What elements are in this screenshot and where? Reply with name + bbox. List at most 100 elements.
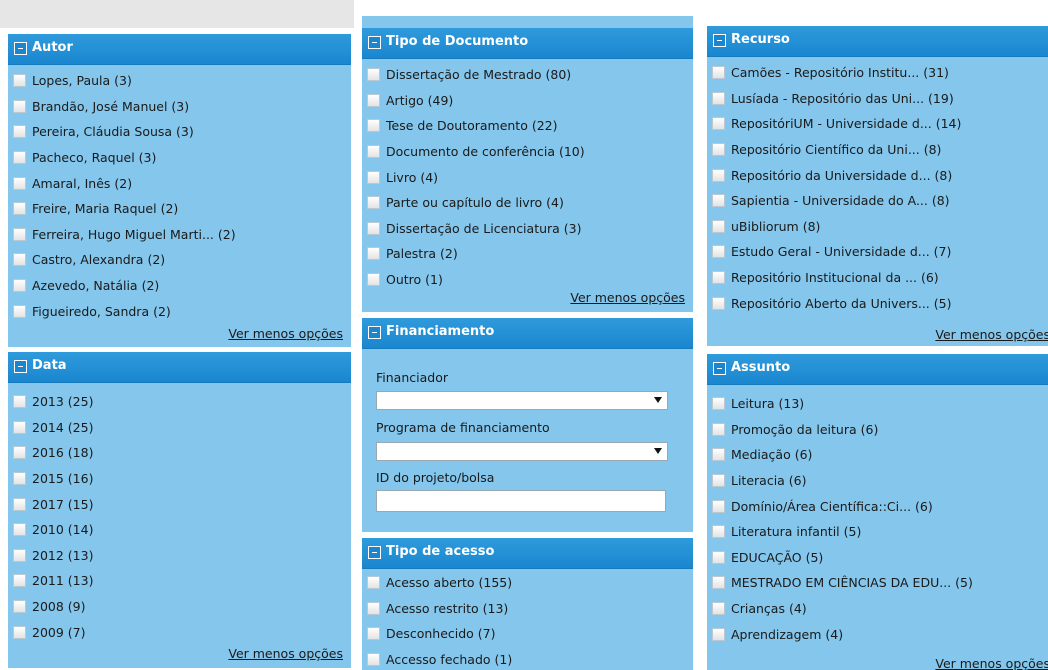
list-item[interactable]: Lopes, Paula (3) bbox=[8, 68, 351, 94]
checkbox-icon[interactable] bbox=[367, 196, 380, 210]
list-item[interactable]: 2013 (25) bbox=[8, 389, 351, 415]
show-less-link[interactable]: Ver menos opções bbox=[935, 656, 1048, 670]
checkbox-icon[interactable] bbox=[712, 143, 725, 157]
list-item[interactable]: Acesso restrito (13) bbox=[362, 596, 693, 622]
show-less-link[interactable]: Ver menos opções bbox=[570, 290, 685, 305]
checkbox-icon[interactable] bbox=[13, 574, 26, 588]
checkbox-icon[interactable] bbox=[712, 66, 725, 80]
list-item[interactable]: Azevedo, Natália (2) bbox=[8, 273, 351, 299]
list-item[interactable]: Figueiredo, Sandra (2) bbox=[8, 298, 351, 324]
facet-header[interactable]: Tipo de acesso bbox=[362, 538, 693, 569]
checkbox-icon[interactable] bbox=[712, 627, 725, 641]
checkbox-icon[interactable] bbox=[712, 576, 725, 590]
checkbox-icon[interactable] bbox=[13, 420, 26, 434]
collapse-icon[interactable] bbox=[368, 546, 381, 559]
checkbox-icon[interactable] bbox=[13, 227, 26, 241]
checkbox-icon[interactable] bbox=[367, 576, 380, 590]
list-item[interactable]: Crianças (4) bbox=[707, 596, 1048, 622]
list-item[interactable]: Artigo (49) bbox=[362, 88, 693, 114]
checkbox-icon[interactable] bbox=[367, 145, 380, 159]
list-item[interactable]: 2009 (7) bbox=[8, 619, 351, 645]
checkbox-icon[interactable] bbox=[712, 271, 725, 285]
checkbox-icon[interactable] bbox=[13, 304, 26, 318]
checkbox-icon[interactable] bbox=[712, 448, 725, 462]
checkbox-icon[interactable] bbox=[712, 422, 725, 436]
list-item[interactable]: Pacheco, Raquel (3) bbox=[8, 145, 351, 171]
checkbox-icon[interactable] bbox=[13, 279, 26, 293]
checkbox-icon[interactable] bbox=[712, 219, 725, 233]
checkbox-icon[interactable] bbox=[13, 523, 26, 537]
checkbox-icon[interactable] bbox=[712, 474, 725, 488]
list-item[interactable]: Lusíada - Repositório das Uni... (19) bbox=[707, 86, 1048, 112]
show-less-link[interactable]: Ver menos opções bbox=[228, 326, 343, 341]
list-item[interactable]: Castro, Alexandra (2) bbox=[8, 247, 351, 273]
list-item[interactable]: Pereira, Cláudia Sousa (3) bbox=[8, 119, 351, 145]
facet-header[interactable]: Tipo de Documento bbox=[362, 28, 693, 59]
collapse-icon[interactable] bbox=[713, 362, 726, 375]
list-item[interactable]: Repositório Institucional da ... (6) bbox=[707, 265, 1048, 291]
checkbox-icon[interactable] bbox=[367, 601, 380, 615]
checkbox-icon[interactable] bbox=[367, 627, 380, 641]
checkbox-icon[interactable] bbox=[367, 221, 380, 235]
list-item[interactable]: 2017 (15) bbox=[8, 491, 351, 517]
facet-header[interactable]: Assunto bbox=[707, 354, 1048, 385]
list-item[interactable]: Camões - Repositório Institu... (31) bbox=[707, 60, 1048, 86]
list-item[interactable]: Leitura (13) bbox=[707, 391, 1048, 417]
checkbox-icon[interactable] bbox=[13, 600, 26, 614]
checkbox-icon[interactable] bbox=[367, 273, 380, 287]
checkbox-icon[interactable] bbox=[13, 548, 26, 562]
list-item[interactable]: 2014 (25) bbox=[8, 415, 351, 441]
checkbox-icon[interactable] bbox=[712, 499, 725, 513]
checkbox-icon[interactable] bbox=[367, 68, 380, 82]
show-less-link[interactable]: Ver menos opções bbox=[228, 646, 343, 661]
list-item[interactable]: 2012 (13) bbox=[8, 543, 351, 569]
checkbox-icon[interactable] bbox=[13, 99, 26, 113]
list-item[interactable]: Estudo Geral - Universidade d... (7) bbox=[707, 239, 1048, 265]
list-item[interactable]: Parte ou capítulo de livro (4) bbox=[362, 190, 693, 216]
list-item[interactable]: Domínio/Área Científica::Ci... (6) bbox=[707, 493, 1048, 519]
checkbox-icon[interactable] bbox=[13, 125, 26, 139]
checkbox-icon[interactable] bbox=[13, 253, 26, 267]
list-item[interactable]: 2016 (18) bbox=[8, 440, 351, 466]
list-item[interactable]: Repositório Científico da Uni... (8) bbox=[707, 137, 1048, 163]
list-item[interactable]: Dissertação de Mestrado (80) bbox=[362, 62, 693, 88]
checkbox-icon[interactable] bbox=[13, 176, 26, 190]
list-item[interactable]: Tese de Doutoramento (22) bbox=[362, 113, 693, 139]
list-item[interactable]: Ferreira, Hugo Miguel Marti... (2) bbox=[8, 222, 351, 248]
list-item[interactable]: Accesso fechado (1) bbox=[362, 647, 693, 670]
checkbox-icon[interactable] bbox=[712, 245, 725, 259]
checkbox-icon[interactable] bbox=[712, 117, 725, 131]
checkbox-icon[interactable] bbox=[367, 653, 380, 667]
facet-header[interactable]: Data bbox=[8, 352, 351, 383]
programa-select[interactable] bbox=[376, 442, 668, 461]
list-item[interactable]: Amaral, Inês (2) bbox=[8, 170, 351, 196]
facet-header[interactable]: Autor bbox=[8, 34, 351, 65]
list-item[interactable]: Literacia (6) bbox=[707, 468, 1048, 494]
checkbox-icon[interactable] bbox=[13, 395, 26, 409]
list-item[interactable]: Freire, Maria Raquel (2) bbox=[8, 196, 351, 222]
list-item[interactable]: Mediação (6) bbox=[707, 442, 1048, 468]
list-item[interactable]: Livro (4) bbox=[362, 164, 693, 190]
facet-header[interactable]: Financiamento bbox=[362, 318, 693, 349]
checkbox-icon[interactable] bbox=[712, 168, 725, 182]
checkbox-icon[interactable] bbox=[13, 446, 26, 460]
list-item[interactable]: 2015 (16) bbox=[8, 466, 351, 492]
checkbox-icon[interactable] bbox=[13, 151, 26, 165]
collapse-icon[interactable] bbox=[14, 42, 27, 55]
checkbox-icon[interactable] bbox=[367, 119, 380, 133]
list-item[interactable]: Documento de conferência (10) bbox=[362, 139, 693, 165]
collapse-icon[interactable] bbox=[14, 360, 27, 373]
checkbox-icon[interactable] bbox=[367, 247, 380, 261]
checkbox-icon[interactable] bbox=[712, 296, 725, 310]
checkbox-icon[interactable] bbox=[13, 625, 26, 639]
projeto-input[interactable] bbox=[376, 490, 666, 512]
list-item[interactable]: uBibliorum (8) bbox=[707, 214, 1048, 240]
list-item[interactable]: Repositório da Universidade d... (8) bbox=[707, 162, 1048, 188]
list-item[interactable]: Repositório Aberto da Univers... (5) bbox=[707, 290, 1048, 316]
list-item[interactable]: 2010 (14) bbox=[8, 517, 351, 543]
list-item[interactable]: Outro (1) bbox=[362, 267, 693, 293]
checkbox-icon[interactable] bbox=[712, 525, 725, 539]
list-item[interactable]: Literatura infantil (5) bbox=[707, 519, 1048, 545]
list-item[interactable]: Sapientia - Universidade do A... (8) bbox=[707, 188, 1048, 214]
checkbox-icon[interactable] bbox=[712, 194, 725, 208]
